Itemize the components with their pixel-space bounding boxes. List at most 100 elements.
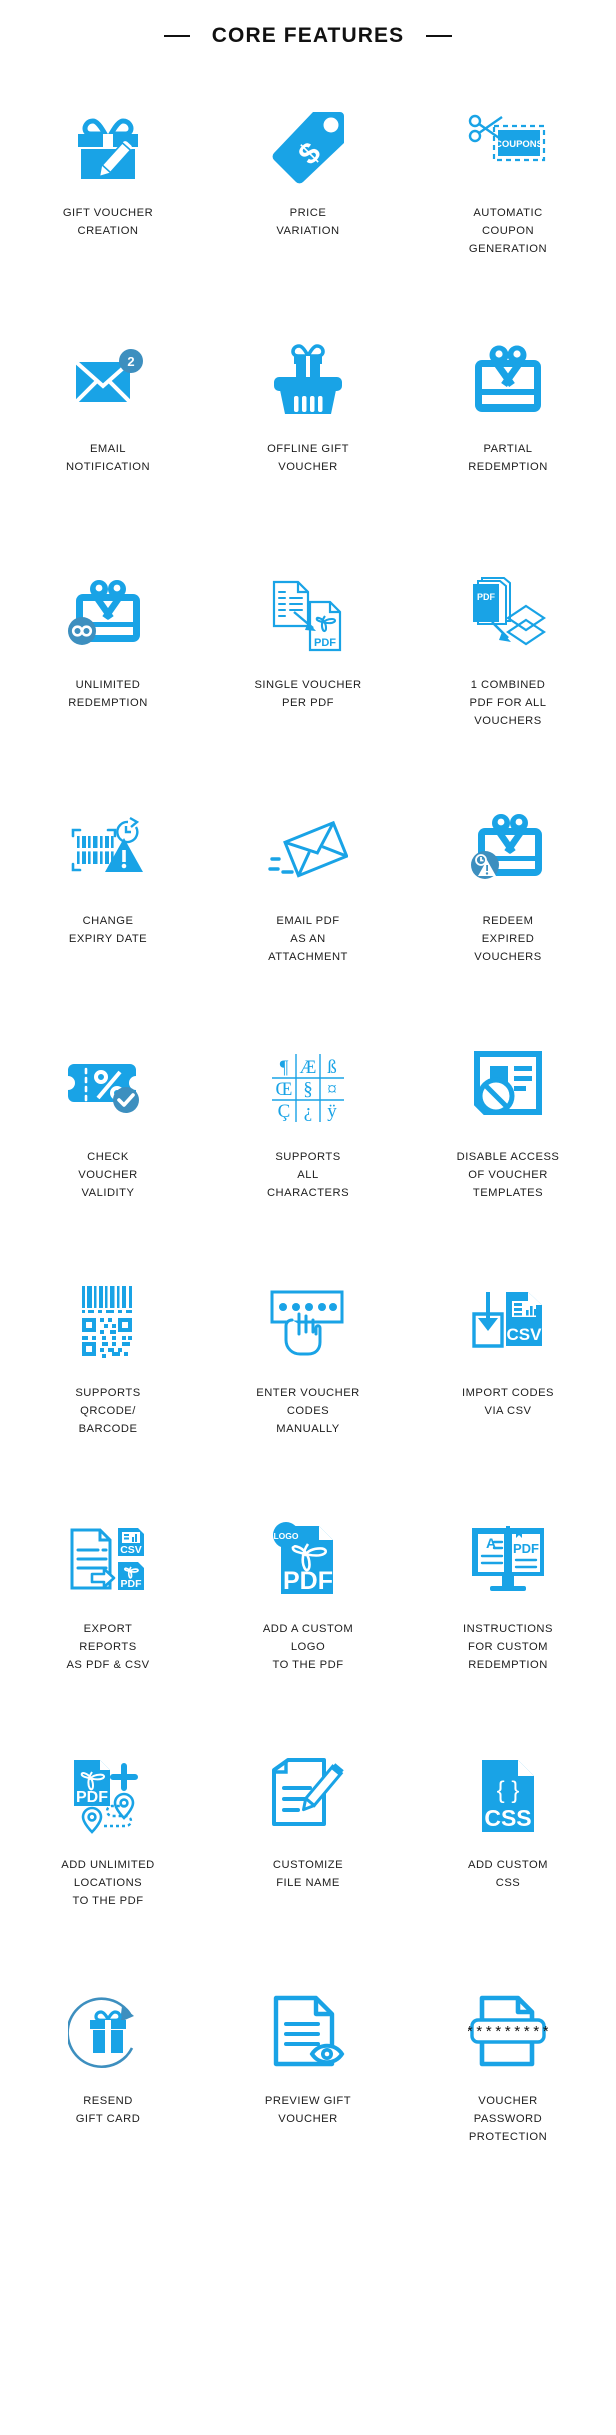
feature-card-disable-access-voucher-templates[interactable]: DISABLE ACCESS OF VOUCHER TEMPLATES: [408, 1024, 608, 1260]
pdf-icon-text: PDF: [76, 1789, 108, 1806]
feature-card-resend-gift-card[interactable]: RESEND GIFT CARD: [8, 1968, 208, 2204]
pdf-stack-layers-icon: PDF: [462, 570, 554, 662]
feature-card-price-variation[interactable]: $ PRICE VARIATION: [208, 80, 408, 316]
feature-label: SUPPORTS QRCODE/BARCODE: [75, 1387, 141, 1436]
core-features-page: CORE FEATURES GIFT VOUCHER CREATION $ PR…: [0, 0, 616, 2234]
char-cell-3: ß: [327, 1057, 337, 1078]
scissors-coupons-icon: COUPONS: [462, 98, 554, 190]
character-grid-icon: ¶ Æ ß Œ § ¤ Ç ¿ ÿ: [262, 1042, 354, 1134]
feature-label: CHECK VOUCHER VALIDITY: [78, 1151, 138, 1200]
braces-badge: { }: [497, 1777, 520, 1804]
feature-card-enter-voucher-codes-manually[interactable]: ENTER VOUCHER CODES MANUALLY: [208, 1260, 408, 1496]
coupons-icon-text: COUPONS: [495, 139, 543, 150]
pdf-plus-map-pins-icon: PDF: [62, 1750, 154, 1842]
feature-card-offline-gift-voucher[interactable]: OFFLINE GIFT VOUCHER: [208, 316, 408, 552]
feature-label: EMAIL PDF AS AN ATTACHMENT: [268, 915, 348, 964]
svg-text:PDF: PDF: [121, 1578, 143, 1590]
page-title: CORE FEATURES: [211, 24, 405, 47]
pdf-icon-text: PDF: [513, 1541, 539, 1556]
logo-badge-text: LOGO: [273, 1531, 298, 1541]
feature-label: UNLIMITED REDEMPTION: [68, 679, 148, 710]
char-cell-4: Œ: [276, 1079, 293, 1100]
feature-card-check-voucher-validity[interactable]: CHECK VOUCHER VALIDITY: [8, 1024, 208, 1260]
document-pencil-icon: [262, 1750, 354, 1842]
css-file-icon: { } CSS: [462, 1750, 554, 1842]
pdf-icon-text: PDF: [314, 637, 336, 649]
gift-card-ribbon-icon: [462, 334, 554, 426]
char-cell-9: ÿ: [327, 1101, 337, 1122]
feature-label: IMPORT CODES VIA CSV: [462, 1387, 554, 1418]
feature-label: PREVIEW GIFT VOUCHER: [264, 2095, 352, 2126]
feature-label: 1 COMBINED PDF FOR ALL VOUCHERS: [469, 679, 547, 728]
download-csv-icon: CSV: [462, 1278, 554, 1370]
export-report-files-icon: CSV PDF: [62, 1514, 154, 1606]
hand-keypad-icon: [262, 1278, 354, 1370]
feature-label: INSTRUCTIONS FOR CUSTOM REDEMPTION: [463, 1623, 553, 1672]
feature-label: RESEND GIFT CARD: [75, 2095, 141, 2126]
char-cell-1: ¶: [280, 1057, 289, 1078]
feature-label: SUPPORTS ALL CHARACTERS: [266, 1151, 350, 1200]
feature-card-redeem-expired-vouchers[interactable]: REDEEM EXPIRED VOUCHERS: [408, 788, 608, 1024]
feature-card-email-notification[interactable]: 2 EMAIL NOTIFICATION: [8, 316, 208, 552]
document-to-pdf-icon: PDF: [262, 570, 354, 662]
feature-label: DISABLE ACCESS OF VOUCHER TEMPLATES: [456, 1151, 560, 1200]
divider-dash-left-icon: [163, 35, 190, 37]
feature-card-preview-gift-voucher[interactable]: PREVIEW GIFT VOUCHER: [208, 1968, 408, 2204]
pdf-logo-badge-icon: PDF LOGO: [262, 1514, 354, 1606]
monitor-book-pdf-icon: A PDF: [462, 1514, 554, 1606]
password-mask-text: ***********: [468, 2025, 548, 2042]
pdf-icon-text: PDF: [283, 1567, 333, 1595]
feature-label: REDEEM EXPIRED VOUCHERS: [474, 915, 542, 964]
feature-card-gift-voucher-creation[interactable]: GIFT VOUCHER CREATION: [8, 80, 208, 316]
feature-label: OFFLINE GIFT VOUCHER: [267, 443, 349, 474]
gift-card-expired-icon: [462, 806, 554, 898]
feature-card-change-expiry-date[interactable]: CHANGE EXPIRY DATE: [8, 788, 208, 1024]
feature-card-customize-file-name[interactable]: CUSTOMIZE FILE NAME: [208, 1732, 408, 1968]
feature-label: PARTIAL REDEMPTION: [468, 443, 548, 474]
char-cell-5: §: [303, 1079, 313, 1100]
envelope-badge-icon: 2: [62, 334, 154, 426]
feature-card-add-unlimited-locations-to-pdf[interactable]: PDF ADD UNLIMITED LOCATIONS TO THE PDF: [8, 1732, 208, 1968]
feature-card-combined-pdf-all-vouchers[interactable]: PDF 1 COMBINED PDF FOR ALL VOUCHERS: [408, 552, 608, 788]
feature-label: PRICE VARIATION: [276, 207, 340, 238]
feature-label: EXPORT REPORTS AS PDF & CSV: [66, 1623, 150, 1672]
feature-card-voucher-password-protection[interactable]: *********** VOUCHERPASSWORDPROTECTION: [408, 1968, 608, 2204]
email-badge-count: 2: [127, 354, 134, 369]
page-header: CORE FEATURES: [0, 0, 616, 70]
document-blocked-icon: [462, 1042, 554, 1134]
feature-card-export-reports-pdf-csv[interactable]: CSV PDF EXPORT REPORTS AS PDF & CSV: [8, 1496, 208, 1732]
feature-card-add-custom-logo-to-pdf[interactable]: PDF LOGO ADD A CUSTOM LOGO TO THE PDF: [208, 1496, 408, 1732]
feature-label: VOUCHER PASSWORD PROTECTION: [468, 2095, 548, 2144]
svg-text:CSV: CSV: [120, 1544, 142, 1556]
gift-card-infinity-icon: [62, 570, 154, 662]
feature-card-email-pdf-attachment[interactable]: EMAIL PDF AS AN ATTACHMENT: [208, 788, 408, 1024]
char-cell-7: Ç: [278, 1101, 291, 1122]
feature-label: ADD CUSTOM CSS: [467, 1859, 548, 1890]
basket-gift-icon: [262, 334, 354, 426]
gift-box-pencil-icon: [62, 98, 154, 190]
feature-card-automatic-coupon-generation[interactable]: COUPONS AUTOMATIC COUPON GENERATION: [408, 80, 608, 316]
feature-card-single-voucher-per-pdf[interactable]: PDF SINGLE VOUCHER PER PDF: [208, 552, 408, 788]
gift-refresh-icon: [62, 1986, 154, 2078]
csv-icon-text: CSV: [507, 1325, 543, 1344]
feature-card-import-codes-via-csv[interactable]: CSV IMPORT CODES VIA CSV: [408, 1260, 608, 1496]
pdf-icon-text: PDF: [477, 592, 496, 602]
feature-label: ADD A CUSTOM LOGO TO THE PDF: [262, 1623, 354, 1672]
feature-card-instructions-for-custom-redemption[interactable]: A PDF INSTRUCTIONS FOR CUSTOM REDEMPTION: [408, 1496, 608, 1732]
feature-card-partial-redemption[interactable]: PARTIAL REDEMPTION: [408, 316, 608, 552]
css-icon-text: CSS: [484, 1805, 531, 1831]
feature-card-supports-all-characters[interactable]: ¶ Æ ß Œ § ¤ Ç ¿ ÿ SUPPORTS ALL CHARACTERS: [208, 1024, 408, 1260]
feature-label: ADD UNLIMITED LOCATIONS TO THE PDF: [61, 1859, 155, 1908]
feature-label: CHANGE EXPIRY DATE: [68, 915, 148, 946]
feature-card-unlimited-redemption[interactable]: UNLIMITED REDEMPTION: [8, 552, 208, 788]
feature-label: EMAIL NOTIFICATION: [65, 443, 151, 474]
feature-card-add-custom-css[interactable]: { } CSS ADD CUSTOM CSS: [408, 1732, 608, 1968]
feature-label: ENTER VOUCHER CODES MANUALLY: [256, 1387, 360, 1436]
barcode-clock-warning-icon: [62, 806, 154, 898]
feature-label: CUSTOMIZE FILE NAME: [272, 1859, 344, 1890]
document-password-icon: ***********: [462, 1986, 554, 2078]
char-cell-6: ¤: [327, 1079, 337, 1100]
char-cell-2: Æ: [300, 1057, 317, 1078]
feature-card-supports-qrcode-barcode[interactable]: SUPPORTS QRCODE/BARCODE: [8, 1260, 208, 1496]
flying-envelope-icon: [262, 806, 354, 898]
